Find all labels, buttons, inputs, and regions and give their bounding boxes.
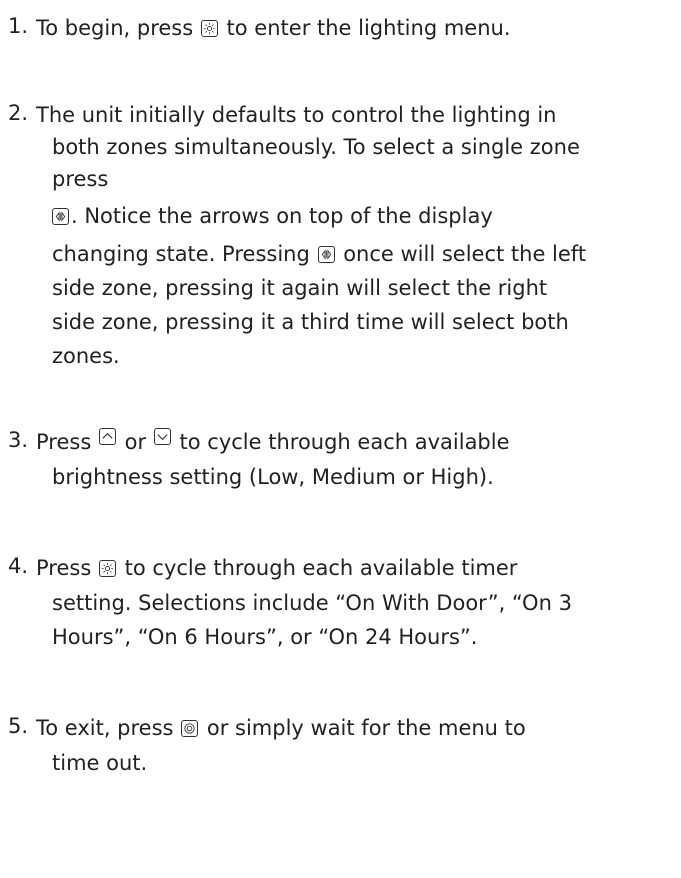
- step-line: press: [52, 167, 109, 191]
- down-arrow-icon: [153, 428, 171, 445]
- light-icon: [200, 20, 218, 37]
- step-line: To exit, press or simply wait for the me…: [36, 716, 526, 740]
- step-line: side zone, pressing it again will select…: [52, 276, 548, 300]
- step-line: changing state. Pressing once will selec…: [52, 242, 587, 266]
- step-line: Hours”, “On 6 Hours”, or “On 24 Hours”.: [52, 625, 478, 649]
- step-number: 4.: [8, 554, 29, 578]
- exit-icon: [181, 720, 199, 737]
- step-number: 3.: [8, 428, 29, 452]
- step-line: side zone, pressing it a third time will…: [52, 310, 569, 334]
- step-line: setting. Selections include “On With Doo…: [52, 591, 572, 615]
- zone-select-icon: [317, 246, 335, 263]
- step-line: time out.: [52, 751, 148, 775]
- step-line: brightness setting (Low, Medium or High)…: [52, 465, 494, 489]
- step-line: Press or to cycle through each available: [36, 428, 510, 454]
- step-line: To begin, press to enter the lighting me…: [36, 16, 511, 40]
- step-number: 1.: [8, 14, 29, 38]
- zone-select-icon: [52, 208, 69, 225]
- step-line: The unit initially defaults to control t…: [36, 103, 557, 127]
- up-arrow-icon: [98, 428, 116, 445]
- step-line: both zones simultaneously. To select a s…: [52, 135, 580, 159]
- step-line: . Notice the arrows on top of the displa…: [52, 202, 493, 230]
- step-line: Press to cycle through each available ti…: [36, 556, 518, 580]
- step-line: zones.: [52, 344, 120, 368]
- light-icon: [98, 560, 116, 577]
- step-number: 5.: [8, 714, 29, 738]
- step-number: 2.: [8, 101, 29, 125]
